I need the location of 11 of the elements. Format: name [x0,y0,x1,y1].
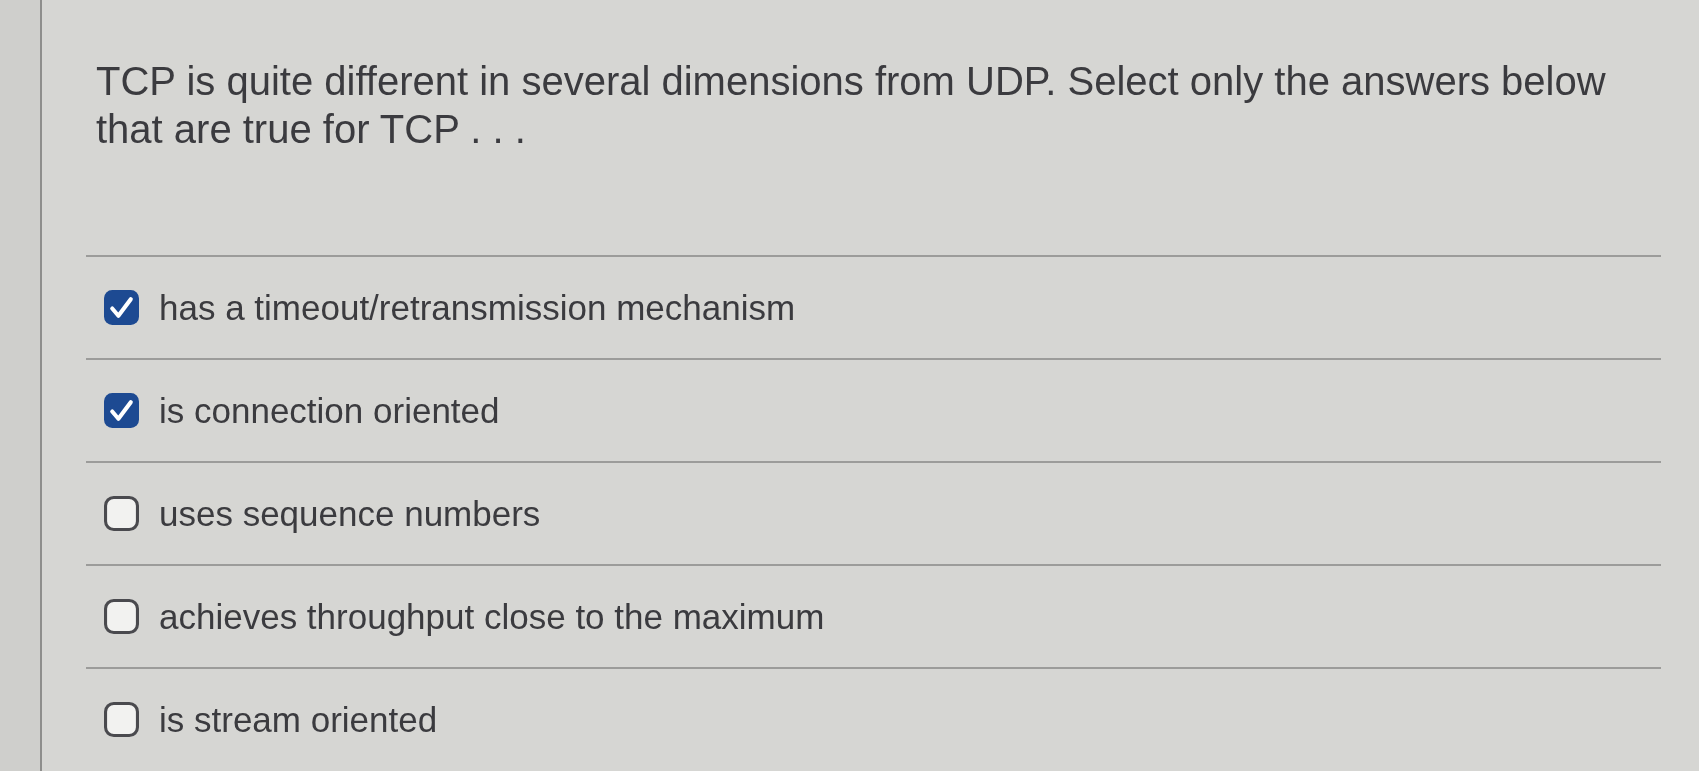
checkbox[interactable] [104,393,139,428]
checkbox[interactable] [104,702,139,737]
checkbox[interactable] [104,599,139,634]
option-label[interactable]: uses sequence numbers [159,492,541,535]
checkbox[interactable] [104,496,139,531]
checkbox[interactable] [104,290,139,325]
question-text: TCP is quite different in several dimensions from UDP. Select only the answers below that are true for TCP . . . [96,58,1607,153]
option-label[interactable]: is connection oriented [159,389,500,432]
option-label[interactable]: is stream oriented [159,698,438,741]
option-label[interactable]: achieves throughput close to the maximum [159,595,825,638]
option-label[interactable]: has a timeout/retransmission mechanism [159,286,796,329]
